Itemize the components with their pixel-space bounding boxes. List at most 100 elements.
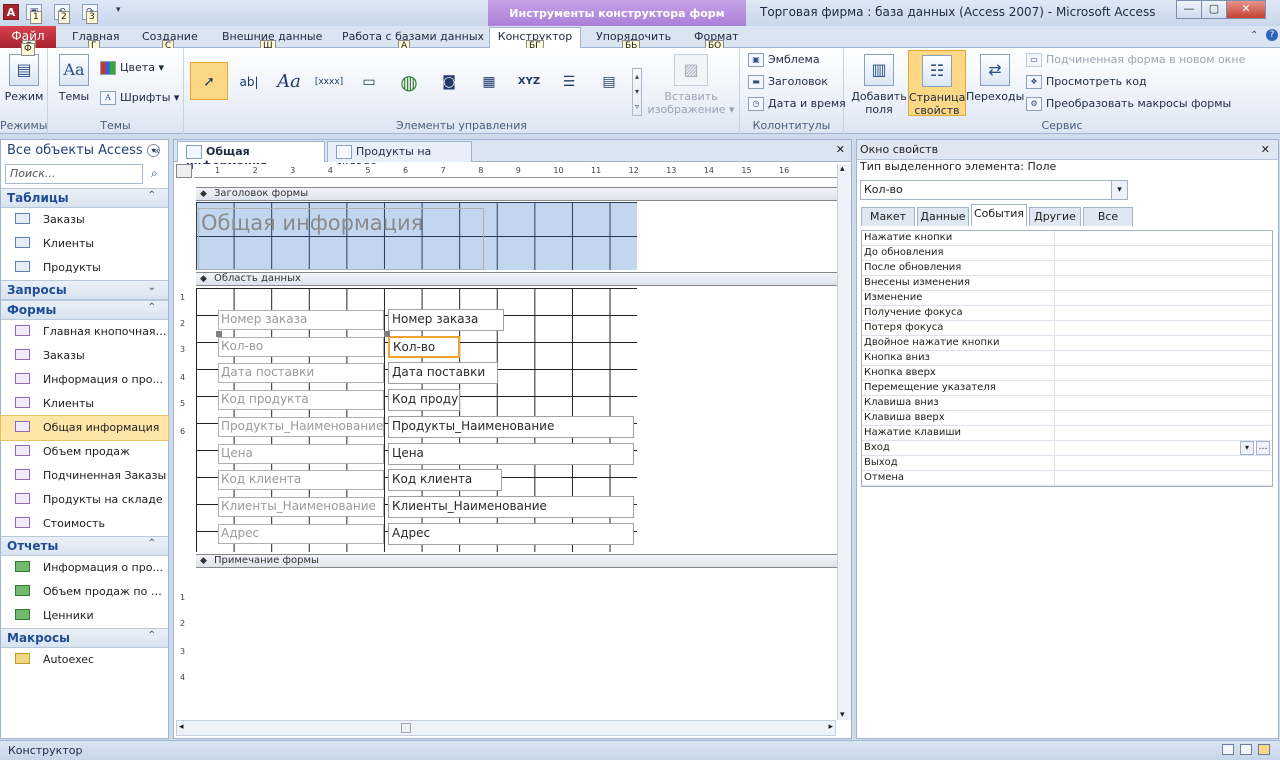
chevron-up-icon[interactable]: ⌃ — [148, 190, 156, 201]
chevron-up-icon[interactable]: ⌃ — [148, 302, 156, 313]
property-value[interactable] — [1054, 426, 1272, 441]
doc-tab-general-info[interactable]: Общая информация — [177, 141, 325, 172]
chevron-down-icon[interactable]: ▾ — [1111, 181, 1127, 199]
property-value[interactable]: ▾… — [1054, 441, 1272, 456]
chevron-down-icon[interactable]: ▾ — [1240, 441, 1254, 455]
horizontal-scrollbar[interactable]: ◂ ▸ — [176, 720, 836, 736]
nav-item-form[interactable]: Общая информация — [0, 415, 169, 441]
property-value[interactable] — [1054, 276, 1272, 291]
nav-item-form[interactable]: Главная кнопочная ... — [1, 320, 168, 344]
chevron-up-icon[interactable]: ⌃ — [148, 538, 156, 549]
option-group-icon[interactable]: XYZ — [510, 62, 548, 100]
property-row[interactable]: Перемещение указателя — [862, 381, 1272, 396]
view-code-button[interactable]: ❖ Просмотреть код — [1026, 72, 1147, 92]
section-header-bar[interactable]: ◆ Заголовок формы — [196, 187, 838, 201]
field-label[interactable]: Номер заказа — [218, 310, 384, 330]
property-row[interactable]: Вход ▾… — [862, 441, 1272, 456]
property-row[interactable]: Кнопка вниз — [862, 351, 1272, 366]
close-property-sheet-icon[interactable]: ✕ — [1261, 143, 1270, 156]
colors-button[interactable]: Цвета ▾ — [100, 58, 164, 78]
textbox-control-icon[interactable]: ab| — [230, 62, 268, 100]
datetime-button[interactable]: ◷ Дата и время — [748, 94, 846, 114]
property-value[interactable] — [1054, 306, 1272, 321]
help-icon[interactable]: ? — [1266, 29, 1278, 41]
property-row[interactable]: Двойное нажатие кнопки — [862, 336, 1272, 351]
form-selector[interactable] — [176, 164, 192, 178]
field-textbox[interactable]: Код клиента — [388, 469, 502, 492]
nav-item-table[interactable]: Продукты — [1, 256, 168, 280]
property-value[interactable] — [1054, 411, 1272, 426]
property-value[interactable] — [1054, 291, 1272, 306]
nav-section-report[interactable]: Отчеты ⌃ — [1, 536, 168, 556]
field-textbox[interactable]: Адрес — [388, 522, 634, 545]
navigation-control-icon[interactable]: ▦ — [470, 62, 508, 100]
maximize-button[interactable]: ▢ — [1201, 0, 1227, 19]
nav-item-form[interactable]: Объем продаж — [1, 440, 168, 464]
subform-new-window-button[interactable]: ▭ Подчиненная форма в новом окне — [1026, 50, 1245, 70]
property-value[interactable] — [1054, 261, 1272, 276]
nav-section-table[interactable]: Таблицы ⌃ — [1, 188, 168, 208]
form-view-icon[interactable] — [1222, 744, 1234, 755]
property-row[interactable]: Клавиша вверх — [862, 411, 1272, 426]
field-label[interactable]: Код клиента — [218, 470, 384, 491]
field-label[interactable]: Кол-во — [218, 336, 384, 357]
field-label[interactable]: Адрес — [218, 523, 384, 544]
nav-item-report[interactable]: Объем продаж по м... — [1, 580, 168, 604]
prop-tab[interactable]: События — [971, 204, 1027, 226]
property-value[interactable] — [1054, 456, 1272, 471]
move-handle[interactable] — [384, 331, 390, 337]
web-browser-control-icon[interactable]: ◙ — [430, 62, 468, 100]
label-control-icon[interactable]: Aa — [270, 62, 308, 100]
ribbon-collapse-icon[interactable]: ⌃ — [1250, 30, 1258, 41]
select-pointer-icon[interactable]: ➚ — [190, 62, 228, 100]
field-textbox[interactable]: Код проду — [388, 389, 460, 412]
nav-search-input[interactable]: Поиск... — [5, 164, 143, 184]
field-textbox[interactable]: Продукты_Наименование — [388, 415, 634, 438]
property-value[interactable] — [1054, 336, 1272, 351]
nav-pane-header[interactable]: Все объекты Access ▾ « — [1, 140, 168, 162]
combo-box-icon[interactable]: ▤ — [590, 62, 628, 100]
property-value[interactable] — [1054, 321, 1272, 336]
field-label[interactable]: Цена — [218, 443, 384, 464]
close-window-button[interactable]: ✕ — [1226, 0, 1266, 19]
property-value[interactable] — [1054, 471, 1272, 486]
tab-control-icon[interactable]: ▭ — [350, 62, 388, 100]
property-value[interactable] — [1054, 246, 1272, 261]
fonts-button[interactable]: A Шрифты ▾ — [100, 88, 179, 108]
nav-item-form[interactable]: Заказы — [1, 344, 168, 368]
property-row[interactable]: Кнопка вверх — [862, 366, 1272, 381]
nav-item-form[interactable]: Подчиненная Заказы — [1, 464, 168, 488]
property-value[interactable] — [1054, 351, 1272, 366]
scroll-right-icon[interactable]: ▸ — [828, 722, 833, 732]
controls-gallery-more-icon[interactable]: ▴ ▾ ▿ — [632, 68, 642, 116]
field-textbox[interactable]: Кол-во — [388, 335, 460, 358]
view-button[interactable]: ▤ Режим — [4, 54, 44, 103]
builder-ellipsis-icon[interactable]: … — [1256, 441, 1270, 455]
field-textbox[interactable]: Дата поставки — [388, 362, 498, 385]
property-row[interactable]: Выход — [862, 456, 1272, 471]
prop-tab[interactable]: Все — [1083, 207, 1133, 226]
scroll-thumb[interactable] — [401, 723, 411, 733]
insert-image-button[interactable]: ▨ Вставить изображение ▾ — [646, 54, 736, 116]
nav-section-query[interactable]: Запросы ⌄ — [1, 280, 168, 300]
field-textbox[interactable]: Номер заказа — [388, 309, 504, 331]
property-row[interactable]: Изменение — [862, 291, 1272, 306]
property-value[interactable] — [1054, 366, 1272, 381]
property-value[interactable] — [1054, 396, 1272, 411]
prop-tab[interactable]: Данные — [917, 207, 969, 226]
qat-customize-icon[interactable]: ▾ — [116, 5, 121, 15]
nav-item-report[interactable]: Ценники — [1, 604, 168, 628]
nav-item-form[interactable]: Стоимость — [1, 512, 168, 536]
close-doc-icon[interactable]: ✕ — [836, 143, 845, 156]
nav-item-table[interactable]: Заказы — [1, 208, 168, 232]
title-button[interactable]: ▬ Заголовок — [748, 72, 828, 92]
hyperlink-control-icon[interactable]: ◍ — [390, 62, 428, 100]
property-row[interactable]: Внесены изменения — [862, 276, 1272, 291]
design-view-icon[interactable] — [1258, 744, 1270, 755]
property-row[interactable]: Получение фокуса — [862, 306, 1272, 321]
field-label[interactable]: Дата поставки — [218, 363, 384, 384]
convert-macros-button[interactable]: ⚙ Преобразовать макросы формы — [1026, 94, 1231, 114]
tab-database-tools[interactable]: Работа с базами данных — [336, 28, 490, 48]
vertical-scrollbar[interactable]: ▴ ▾ — [837, 164, 851, 720]
nav-item-table[interactable]: Клиенты — [1, 232, 168, 256]
